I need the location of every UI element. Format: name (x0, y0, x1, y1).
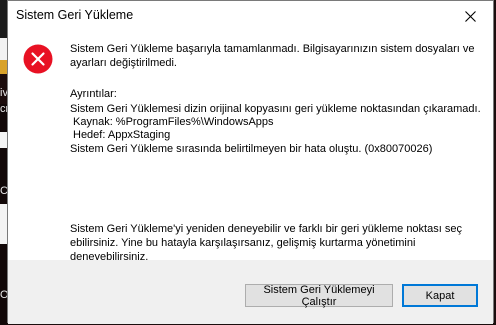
advice-line: Sistem Geri Yükleme'yi yeniden deneyebil… (70, 223, 462, 235)
title-bar[interactable]: Sistem Geri Yükleme (8, 1, 493, 32)
details-heading: Ayrıntılar: (70, 88, 117, 100)
main-message-line: Sistem Geri Yükleme başarıyla tamamlanma… (70, 43, 475, 55)
close-icon (464, 11, 476, 22)
desktop-background: iv cr CI Ol (0, 0, 11, 325)
run-system-restore-button[interactable]: Sistem Geri Yüklemeyi Çalıştır (245, 284, 393, 308)
main-message-line: ayarları değiştirilmedi. (70, 57, 177, 69)
detail-target: Hedef: AppxStaging (73, 129, 171, 141)
close-button[interactable] (447, 1, 493, 32)
close-dialog-button[interactable]: Kapat (402, 284, 478, 307)
detail-error: Sistem Geri Yükleme sırasında belirtilme… (70, 143, 433, 155)
message-area: Sistem Geri Yükleme başarıyla tamamlanma… (8, 32, 493, 263)
error-icon (23, 44, 53, 74)
advice-line: ebilirsiniz. Yine bu hatayla karşılaşırs… (70, 237, 416, 249)
window-title: Sistem Geri Yükleme (16, 8, 134, 22)
system-restore-dialog: Sistem Geri Yükleme Sistem Geri Yükleme … (7, 0, 494, 324)
